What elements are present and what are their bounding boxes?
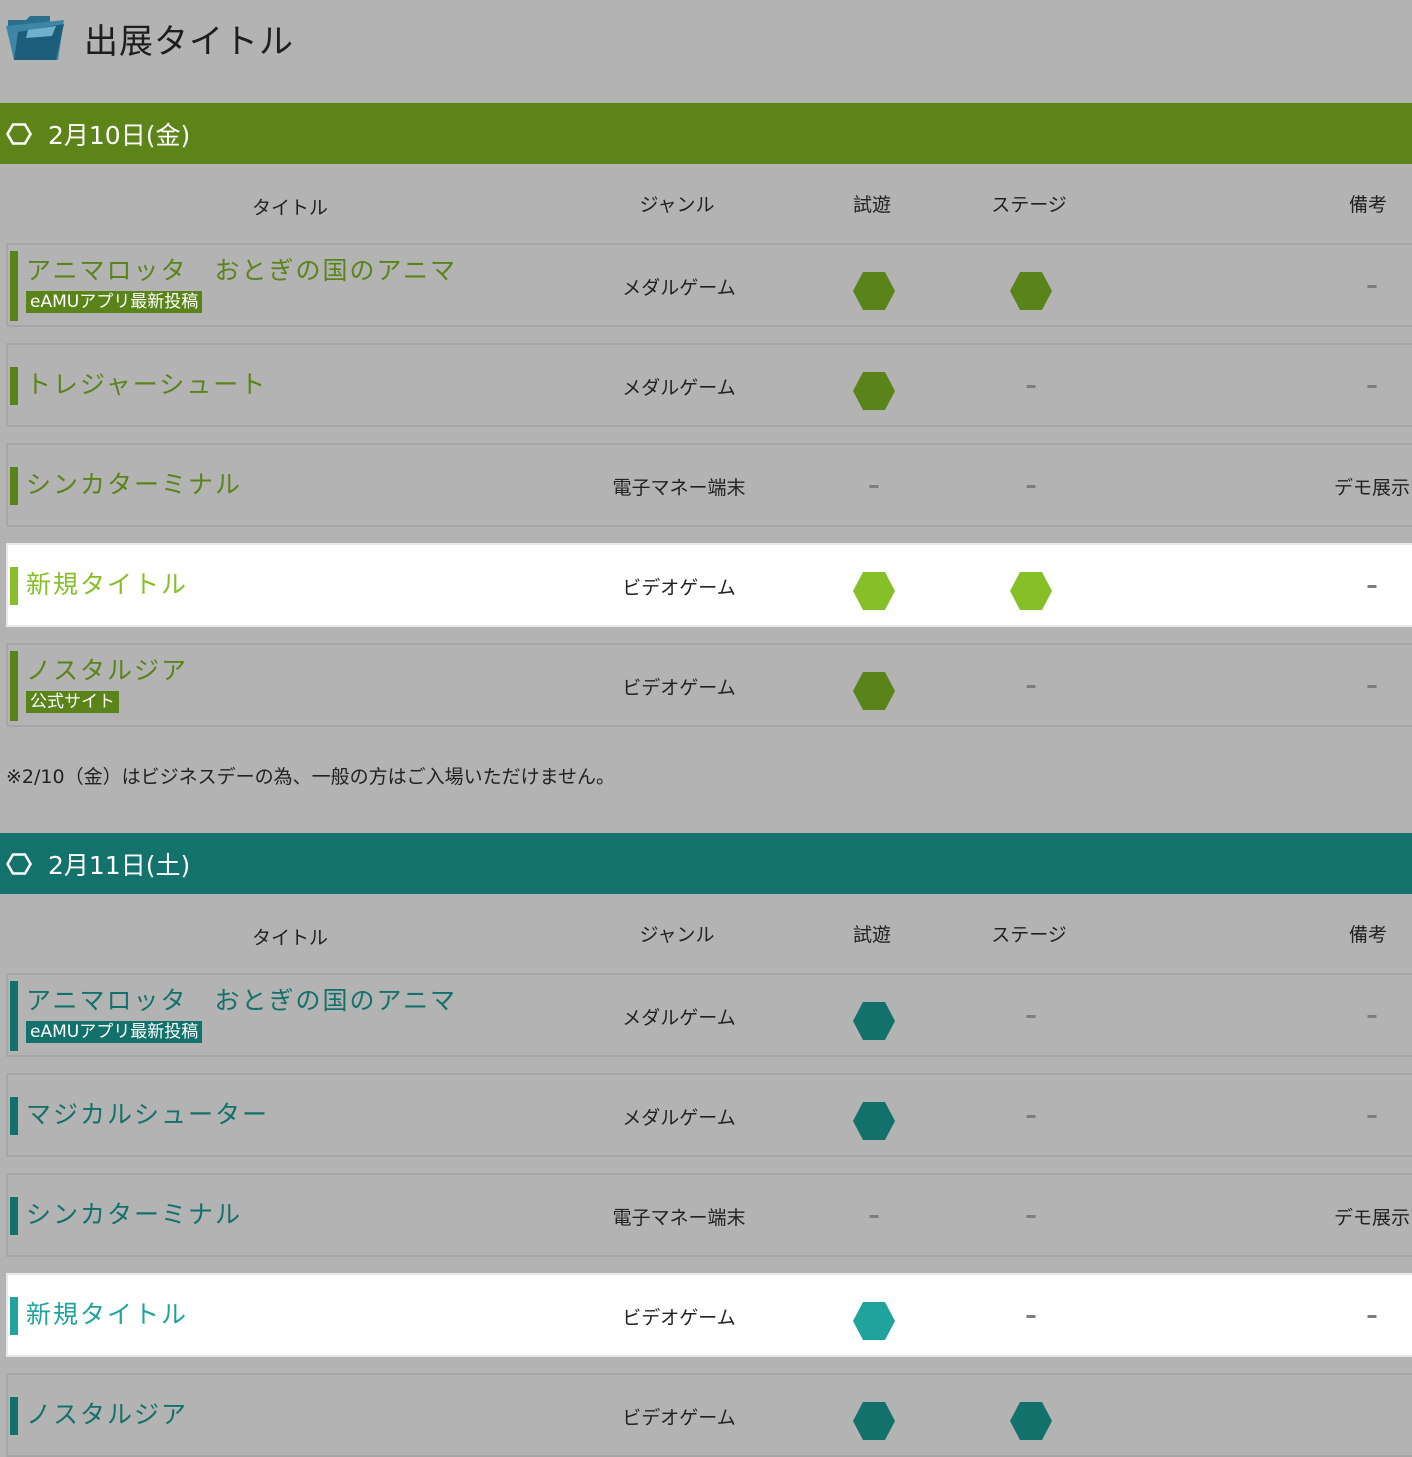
note-none-dash: [1367, 585, 1377, 588]
play-available-icon: [852, 571, 896, 611]
table-row[interactable]: アニマロッタ おとぎの国のアニマ eAMUアプリ最新投稿 メダルゲーム: [6, 243, 1412, 327]
day-section: 2月11日(土) タイトル ジャンル 試遊 ステージ 備考アニマロッタ おとぎの国のアニマ…: [0, 833, 1412, 1457]
note-cell: デモ展示: [1333, 1207, 1411, 1229]
note-none-dash: [1367, 685, 1377, 688]
row-accent-bar: [10, 981, 18, 1051]
title-link[interactable]: 新規タイトル: [26, 1295, 188, 1331]
badge-link[interactable]: eAMUアプリ最新投稿: [26, 1021, 203, 1043]
play-available-icon: [852, 1401, 896, 1441]
table-row[interactable]: 新規タイトル ビデオゲーム: [6, 543, 1412, 627]
stage-none-dash: [1026, 685, 1036, 688]
genre-cell: メダルゲーム: [622, 277, 736, 299]
note-none-dash: [1367, 1315, 1377, 1318]
title-link[interactable]: マジカルシューター: [26, 1095, 269, 1131]
stage-none-dash: [1026, 1015, 1036, 1018]
table-row[interactable]: ノスタルジア ビデオゲーム: [6, 1373, 1412, 1457]
note-none-dash: [1367, 1115, 1377, 1118]
table-row[interactable]: シンカターミナル 電子マネー端末 デモ展示: [6, 443, 1412, 527]
play-available-icon: [852, 671, 896, 711]
table-row[interactable]: トレジャーシュート メダルゲーム: [6, 343, 1412, 427]
col-head-genre: ジャンル: [639, 194, 715, 216]
col-head-title: タイトル: [251, 197, 329, 219]
genre-cell: ビデオゲーム: [622, 677, 736, 699]
col-head-note: 備考: [1348, 924, 1388, 946]
stage-none-dash: [1026, 385, 1036, 388]
row-accent-bar: [10, 251, 18, 321]
day-section: 2月10日(金) タイトル ジャンル 試遊 ステージ 備考アニマロッタ おとぎの国のアニマ…: [0, 103, 1412, 833]
stage-available-icon: [1009, 1401, 1053, 1441]
genre-cell: メダルゲーム: [622, 1007, 736, 1029]
title-link[interactable]: ノスタルジア: [26, 1395, 188, 1431]
table-row[interactable]: マジカルシューター メダルゲーム: [6, 1073, 1412, 1157]
badge-link[interactable]: eAMUアプリ最新投稿: [26, 291, 203, 313]
stage-available-icon: [1009, 271, 1053, 311]
table-row[interactable]: 新規タイトル ビデオゲーム: [6, 1273, 1412, 1357]
row-accent-bar: [10, 1197, 18, 1235]
stage-none-dash: [1026, 1215, 1036, 1218]
stage-none-dash: [1026, 1315, 1036, 1318]
title-link[interactable]: シンカターミナル: [26, 1195, 242, 1231]
play-available-icon: [852, 1101, 896, 1141]
play-available-icon: [852, 1301, 896, 1341]
row-accent-bar: [10, 467, 18, 505]
title-link[interactable]: アニマロッタ おとぎの国のアニマ: [26, 251, 457, 287]
title-link[interactable]: アニマロッタ おとぎの国のアニマ: [26, 981, 457, 1017]
day-header: 2月10日(金): [0, 103, 1412, 164]
play-none-dash: [869, 485, 879, 488]
row-accent-bar: [10, 651, 18, 721]
title-link[interactable]: 新規タイトル: [26, 565, 188, 601]
note-none-dash: [1367, 1015, 1377, 1018]
genre-cell: 電子マネー端末: [612, 477, 746, 499]
row-accent-bar: [10, 367, 18, 405]
title-link[interactable]: トレジャーシュート: [26, 365, 267, 401]
genre-cell: ビデオゲーム: [622, 577, 736, 599]
genre-cell: 電子マネー端末: [612, 1207, 746, 1229]
col-head-genre: ジャンル: [639, 924, 715, 946]
badge-link[interactable]: 公式サイト: [26, 691, 119, 713]
genre-cell: メダルゲーム: [622, 1107, 736, 1129]
table-row[interactable]: アニマロッタ おとぎの国のアニマ eAMUアプリ最新投稿 メダルゲーム: [6, 973, 1412, 1057]
notice-text: ※2/10（金）はビジネスデーの為、一般の方はご入場いただけません。: [6, 766, 616, 788]
day-label: 2月11日(土): [48, 851, 191, 880]
note-none-dash: [1367, 285, 1377, 288]
play-available-icon: [852, 371, 896, 411]
stage-none-dash: [1026, 485, 1036, 488]
page-title: 出展タイトル: [84, 22, 294, 62]
row-accent-bar: [10, 1397, 18, 1435]
col-head-title: タイトル: [251, 927, 329, 949]
row-accent-bar: [10, 1297, 18, 1335]
table-row[interactable]: シンカターミナル 電子マネー端末 デモ展示: [6, 1173, 1412, 1257]
col-head-note: 備考: [1348, 194, 1388, 216]
col-head-play: 試遊: [852, 924, 892, 946]
genre-cell: ビデオゲーム: [622, 1407, 736, 1429]
title-link[interactable]: ノスタルジア: [26, 651, 188, 687]
stage-available-icon: [1009, 571, 1053, 611]
title-link[interactable]: シンカターミナル: [26, 465, 242, 501]
note-cell: デモ展示: [1333, 477, 1411, 499]
day-header: 2月11日(土): [0, 833, 1412, 894]
play-available-icon: [852, 1001, 896, 1041]
note-none-dash: [1367, 385, 1377, 388]
folder-icon: [6, 16, 64, 60]
col-head-play: 試遊: [852, 194, 892, 216]
col-head-stage: ステージ: [991, 194, 1067, 216]
row-accent-bar: [10, 1097, 18, 1135]
hexagon-outline-icon: [5, 853, 33, 875]
genre-cell: メダルゲーム: [622, 377, 736, 399]
play-none-dash: [869, 1215, 879, 1218]
stage-none-dash: [1026, 1115, 1036, 1118]
genre-cell: ビデオゲーム: [622, 1307, 736, 1329]
day-label: 2月10日(金): [48, 121, 191, 150]
row-accent-bar: [10, 567, 18, 605]
table-row[interactable]: ノスタルジア公式サイト ビデオゲーム: [6, 643, 1412, 727]
page-header: 出展タイトル: [0, 0, 1412, 103]
col-head-stage: ステージ: [991, 924, 1067, 946]
play-available-icon: [852, 271, 896, 311]
hexagon-outline-icon: [5, 123, 33, 145]
